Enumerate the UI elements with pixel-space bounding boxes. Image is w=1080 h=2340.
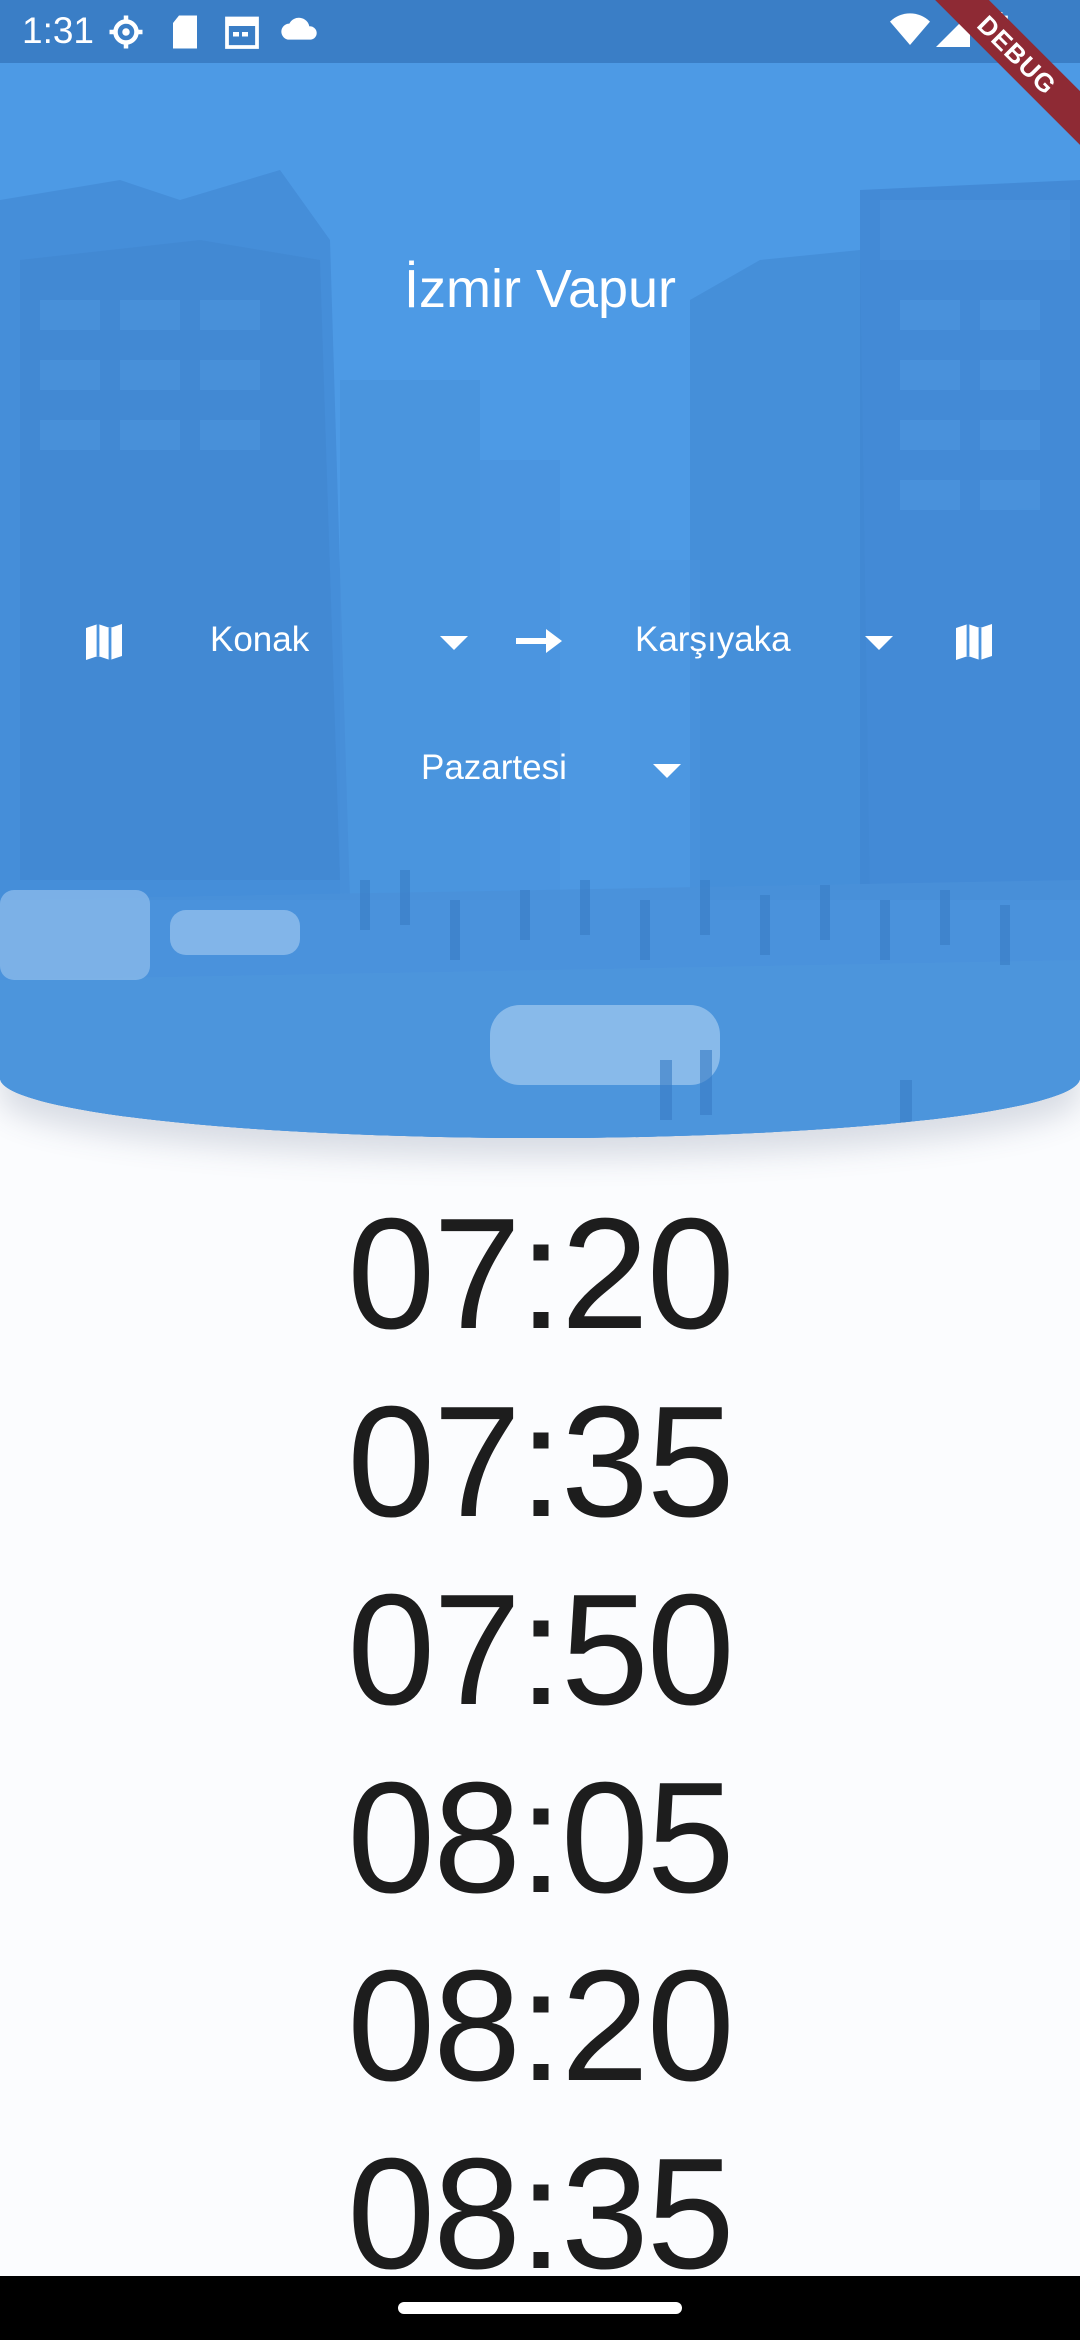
- list-item[interactable]: 07:20: [0, 1180, 1080, 1368]
- status-time: 1:31: [22, 10, 95, 51]
- departure-times-list: 07:20 07:35 07:50 08:05 08:20 08:35: [0, 1180, 1080, 2308]
- home-gesture-handle[interactable]: [398, 2302, 682, 2314]
- map-icon[interactable]: [80, 618, 128, 666]
- list-item[interactable]: 07:50: [0, 1556, 1080, 1744]
- wifi-icon: [890, 13, 930, 45]
- cloud-icon: [281, 17, 317, 40]
- list-item[interactable]: 08:20: [0, 1932, 1080, 2120]
- station-selector-row: Konak Karşıyaka: [0, 610, 1080, 670]
- city-background-image: [0, 0, 1080, 1138]
- navigation-bar: [0, 2276, 1080, 2340]
- day-label: Pazartesi: [421, 748, 567, 787]
- list-item[interactable]: 08:05: [0, 1744, 1080, 1932]
- status-bar: 1:31: [0, 0, 1080, 63]
- arrow-right-icon: [516, 629, 562, 653]
- app-title: İzmir Vapur: [403, 259, 677, 319]
- dropdown-caret-icon: [865, 636, 893, 650]
- list-item[interactable]: 07:35: [0, 1368, 1080, 1556]
- dropdown-caret-icon: [653, 764, 681, 778]
- map-icon[interactable]: [950, 618, 998, 666]
- from-station-label: Konak: [210, 620, 310, 659]
- dropdown-caret-icon: [440, 636, 468, 650]
- header-hero: İzmir Vapur Konak Karşıyaka Pazartesi: [0, 0, 1080, 1138]
- from-station-dropdown[interactable]: Konak: [210, 610, 474, 670]
- to-station-dropdown[interactable]: Karşıyaka: [635, 610, 899, 670]
- to-station-label: Karşıyaka: [635, 620, 791, 659]
- sd-card-icon: [173, 15, 197, 49]
- day-dropdown[interactable]: Pazartesi: [421, 738, 691, 798]
- settings-gear-icon: [109, 15, 143, 49]
- calendar-icon: [225, 16, 259, 49]
